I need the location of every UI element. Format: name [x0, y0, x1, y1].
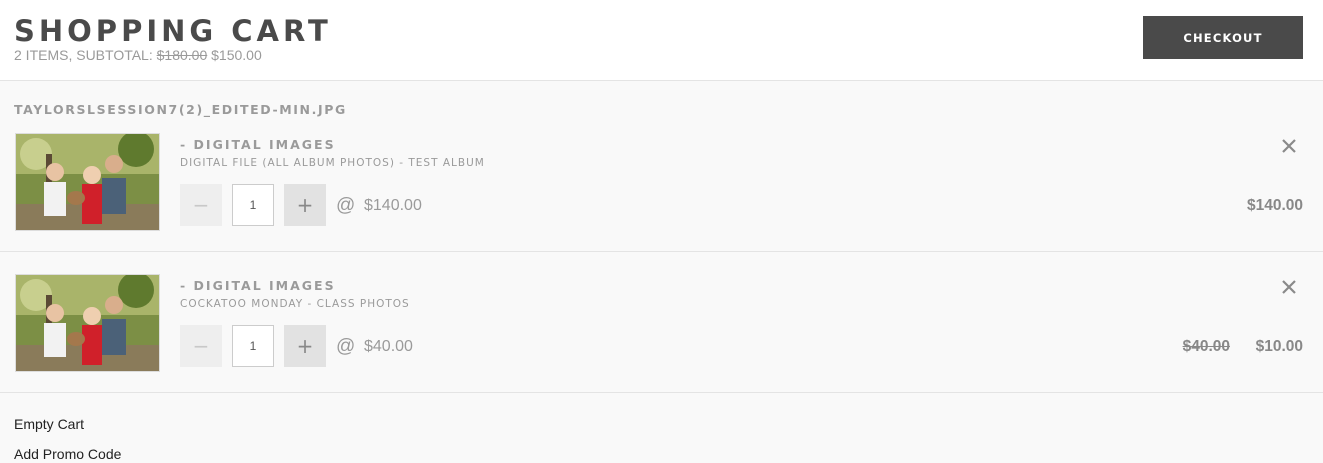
- empty-cart-link[interactable]: Empty Cart: [14, 416, 84, 432]
- page-title: SHOPPING CART: [14, 14, 332, 48]
- quantity-input[interactable]: [232, 184, 274, 226]
- remove-item-button[interactable]: [1278, 276, 1300, 298]
- item-category: - DIGITAL IMAGES: [180, 137, 336, 152]
- cart-body: TAYLORSLSESSION7(2)_EDITED-MIN.JPG - DIG…: [0, 81, 1323, 463]
- cart-summary: 2 ITEMS, SUBTOTAL: $180.00 $150.00: [14, 47, 262, 63]
- increase-quantity-button[interactable]: +: [284, 325, 326, 367]
- item-description: DIGITAL FILE (ALL ALBUM PHOTOS) - TEST A…: [180, 157, 485, 169]
- increase-quantity-button[interactable]: +: [284, 184, 326, 226]
- close-icon: [1282, 280, 1296, 294]
- cart-item: - DIGITAL IMAGES DIGITAL FILE (ALL ALBUM…: [0, 111, 1323, 252]
- item-description: COCKATOO MONDAY - CLASS PHOTOS: [180, 298, 410, 310]
- summary-prefix: 2 ITEMS, SUBTOTAL:: [14, 47, 153, 63]
- at-symbol: @: [336, 195, 356, 216]
- subtotal-current: $150.00: [211, 47, 262, 63]
- line-total: $10.00: [1255, 338, 1303, 355]
- cart-header: SHOPPING CART 2 ITEMS, SUBTOTAL: $180.00…: [0, 0, 1323, 81]
- checkout-button[interactable]: CHECKOUT: [1143, 16, 1303, 59]
- add-promo-code-link[interactable]: Add Promo Code: [14, 446, 121, 462]
- item-category: - DIGITAL IMAGES: [180, 278, 336, 293]
- unit-price: $140.00: [364, 197, 422, 214]
- remove-item-button[interactable]: [1278, 135, 1300, 157]
- decrease-quantity-button[interactable]: −: [180, 325, 222, 367]
- product-thumbnail: [15, 274, 160, 372]
- quantity-input[interactable]: [232, 325, 274, 367]
- at-symbol: @: [336, 336, 356, 357]
- decrease-quantity-button[interactable]: −: [180, 184, 222, 226]
- unit-price: $40.00: [364, 338, 413, 355]
- cart-item: - DIGITAL IMAGES COCKATOO MONDAY - CLASS…: [0, 252, 1323, 393]
- line-total: $140.00: [1246, 197, 1303, 214]
- subtotal-original: $180.00: [156, 47, 208, 63]
- close-icon: [1282, 139, 1296, 153]
- product-thumbnail: [15, 133, 160, 231]
- line-original-total: $40.00: [1182, 338, 1230, 355]
